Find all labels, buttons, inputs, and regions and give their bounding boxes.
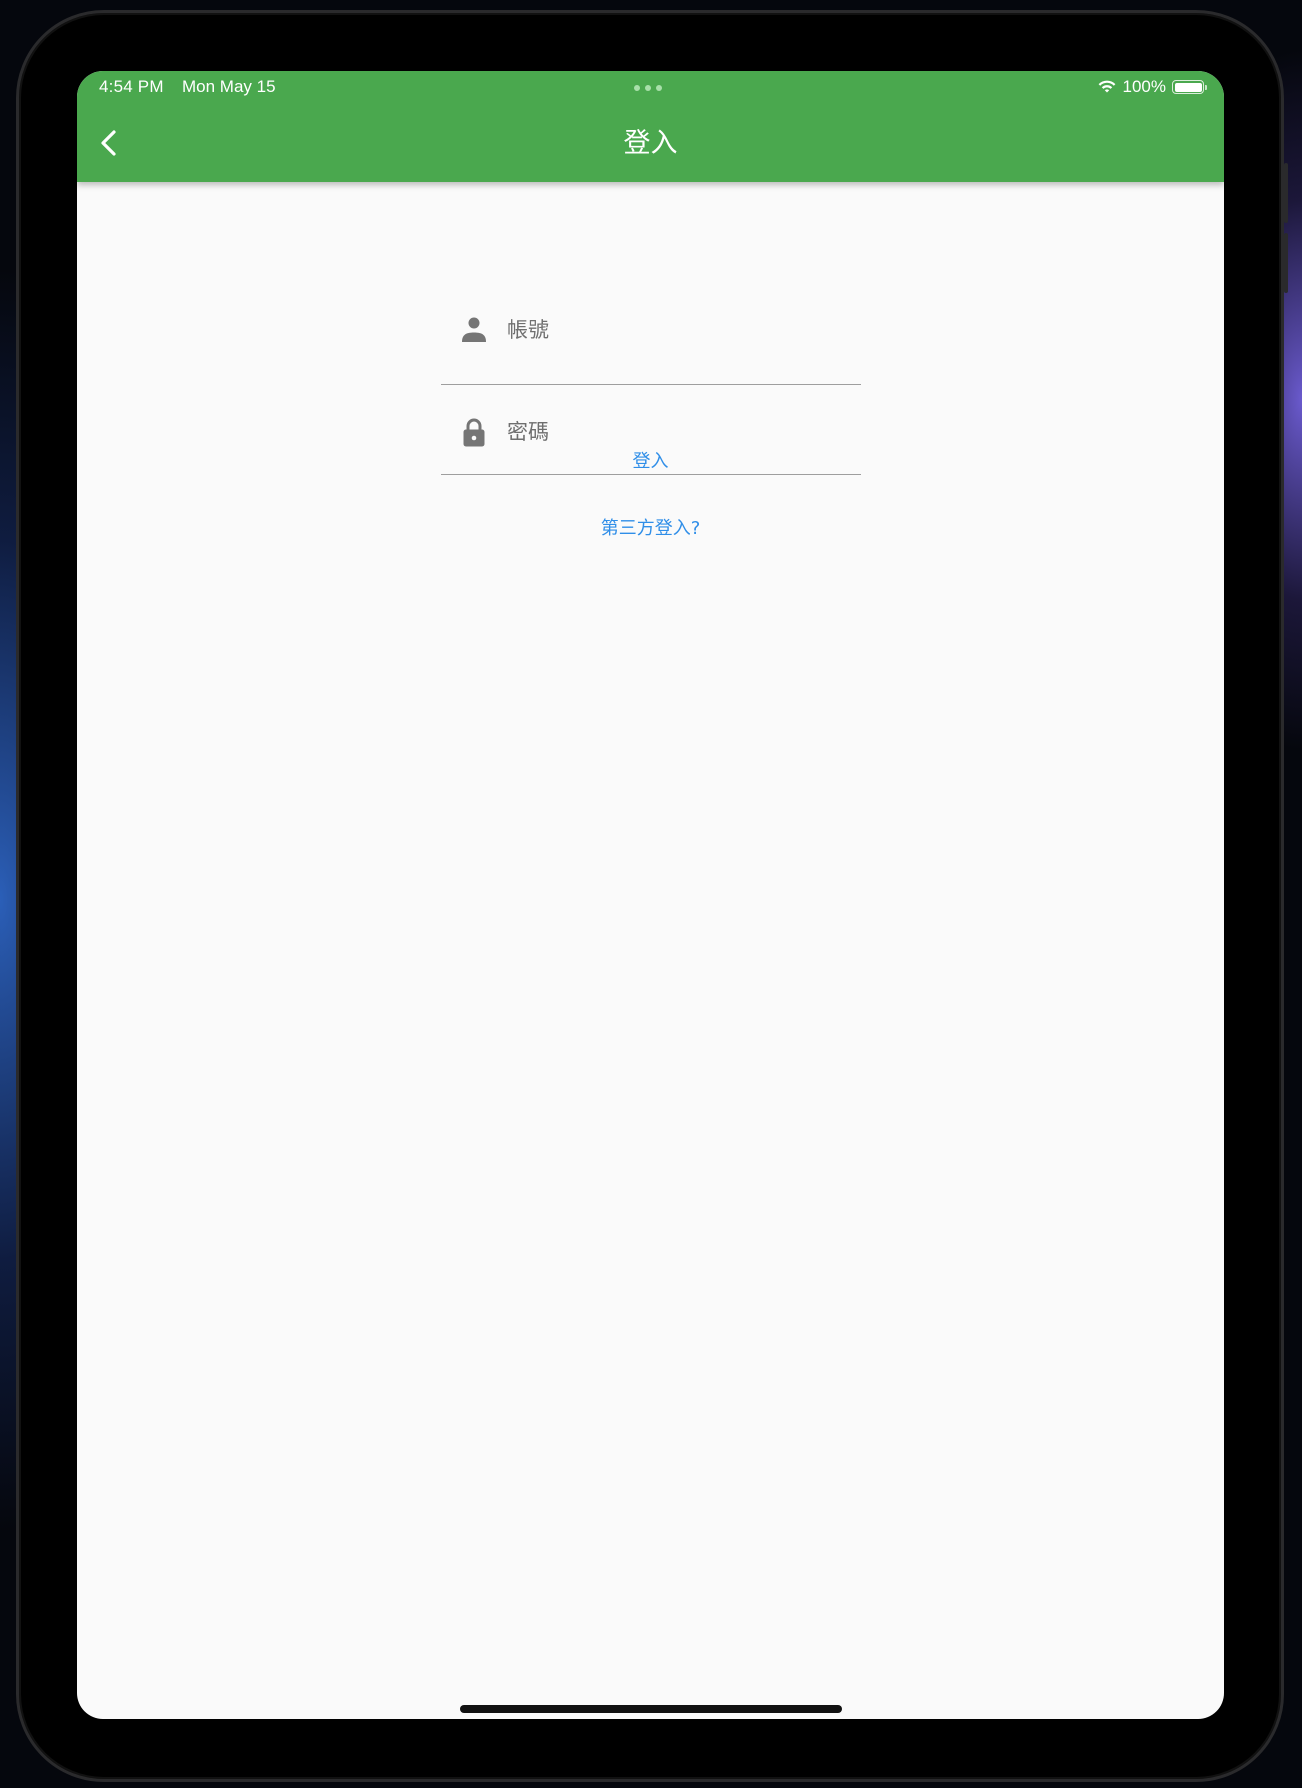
volume-button: [1284, 233, 1288, 293]
multitasking-dots-icon[interactable]: [634, 85, 666, 91]
username-input[interactable]: [507, 313, 847, 347]
username-field: [441, 211, 861, 385]
login-form: [441, 211, 861, 475]
password-input[interactable]: [507, 415, 847, 449]
home-indicator[interactable]: [460, 1705, 842, 1713]
login-button[interactable]: 登入: [77, 447, 1224, 473]
battery-icon: [1172, 80, 1207, 94]
wifi-icon: [1098, 80, 1115, 93]
status-date: Mon May 15: [182, 77, 276, 96]
app-screen: 4:54 PM Mon May 15 100% 登入 帳號 登入 第三方登入?: [77, 71, 1224, 1719]
status-indicators: 100%: [1097, 77, 1207, 97]
app-bar: 4:54 PM Mon May 15 100% 登入: [77, 71, 1224, 182]
page-title: 登入: [623, 128, 678, 158]
third-party-login-button[interactable]: 第三方登入?: [77, 514, 1224, 540]
lock-icon: [463, 418, 485, 447]
person-icon: [462, 317, 486, 342]
volume-button: [1284, 163, 1288, 223]
battery-percent: 100%: [1122, 77, 1166, 96]
status-time: 4:54 PM: [99, 77, 164, 96]
